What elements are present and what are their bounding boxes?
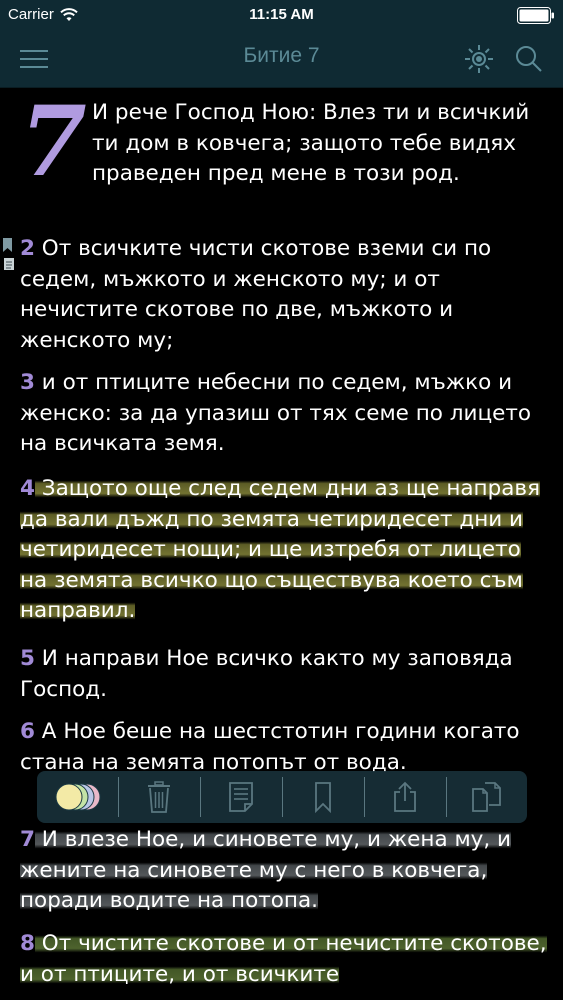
verse-number: 5 [20, 646, 35, 671]
search-icon [516, 46, 542, 72]
verse-bookmark-note-marks[interactable] [2, 238, 18, 278]
verse-number: 8 [20, 931, 35, 956]
verse-4[interactable]: 4 Защото още след седем дни аз ще направ… [20, 474, 550, 627]
brightness-icon [465, 45, 493, 73]
color-picker-icon [55, 783, 101, 811]
color-picker-button[interactable] [37, 771, 117, 823]
verse-text: И рече Господ Ною: Влез ти и всичкий ти … [92, 100, 530, 186]
copy-icon [472, 782, 501, 812]
trash-icon [148, 781, 170, 813]
copy-button[interactable] [447, 771, 527, 823]
verse-text: И направи Ное всичко както му заповяда Г… [20, 646, 513, 702]
verse-text: От всичките чисти скотове вземи си по се… [20, 236, 492, 353]
note-icon [229, 782, 253, 812]
verse-number: 2 [20, 236, 35, 261]
verse-number: 7 [20, 827, 35, 852]
verse-text: От чистите скотове и от нечистите скотов… [20, 931, 547, 987]
verse-8[interactable]: 8 От чистите скотове и от нечистите скот… [20, 929, 550, 990]
verse-text: И влезе Ное, и синовете му, и жена му, и… [20, 827, 512, 913]
status-bar: Carrier 11:15 AM [0, 0, 563, 30]
verse-5[interactable]: 5 И направи Ное всичко както му заповяда… [20, 644, 550, 705]
nav-bar: Битие 7 [0, 30, 563, 88]
chapter-content: 7 И рече Господ Ною: Влез ти и всичкий т… [0, 88, 563, 1000]
brightness-button[interactable] [460, 41, 498, 77]
verse-3[interactable]: 3 и от птиците небесни по седем, мъжко и… [20, 368, 550, 460]
verse-text: А Ное беше на шестстотин години когато с… [20, 719, 520, 775]
verse-text: и от птиците небесни по седем, мъжко и ж… [20, 370, 532, 456]
battery-icon [517, 7, 554, 24]
share-icon [394, 781, 416, 812]
verse-7[interactable]: 7 И влезе Ное, и синовете му, и жена му,… [20, 825, 550, 917]
verse-number: 6 [20, 719, 35, 744]
note-button[interactable] [201, 771, 281, 823]
search-button[interactable] [510, 41, 548, 77]
status-time: 11:15 AM [249, 6, 314, 23]
verse-number: 4 [20, 476, 35, 501]
color-swatch-yellow [55, 783, 83, 811]
share-button[interactable] [365, 771, 445, 823]
verse-1[interactable]: 7 И рече Господ Ною: Влез ти и всичкий т… [20, 88, 550, 198]
verse-2[interactable]: 2 От всичките чисти скотове вземи си по … [20, 234, 550, 356]
bookmark-button[interactable] [283, 771, 363, 823]
delete-button[interactable] [119, 771, 199, 823]
bookmark-icon [315, 782, 331, 814]
verse-text: Защото още след седем дни аз ще направя … [20, 476, 541, 623]
verse-6[interactable]: 6 А Ное беше на шестстотин години когато… [20, 717, 550, 778]
chapter-number: 7 [20, 88, 87, 198]
verse-action-toolbar [37, 771, 527, 823]
verse-number: 3 [20, 370, 35, 395]
